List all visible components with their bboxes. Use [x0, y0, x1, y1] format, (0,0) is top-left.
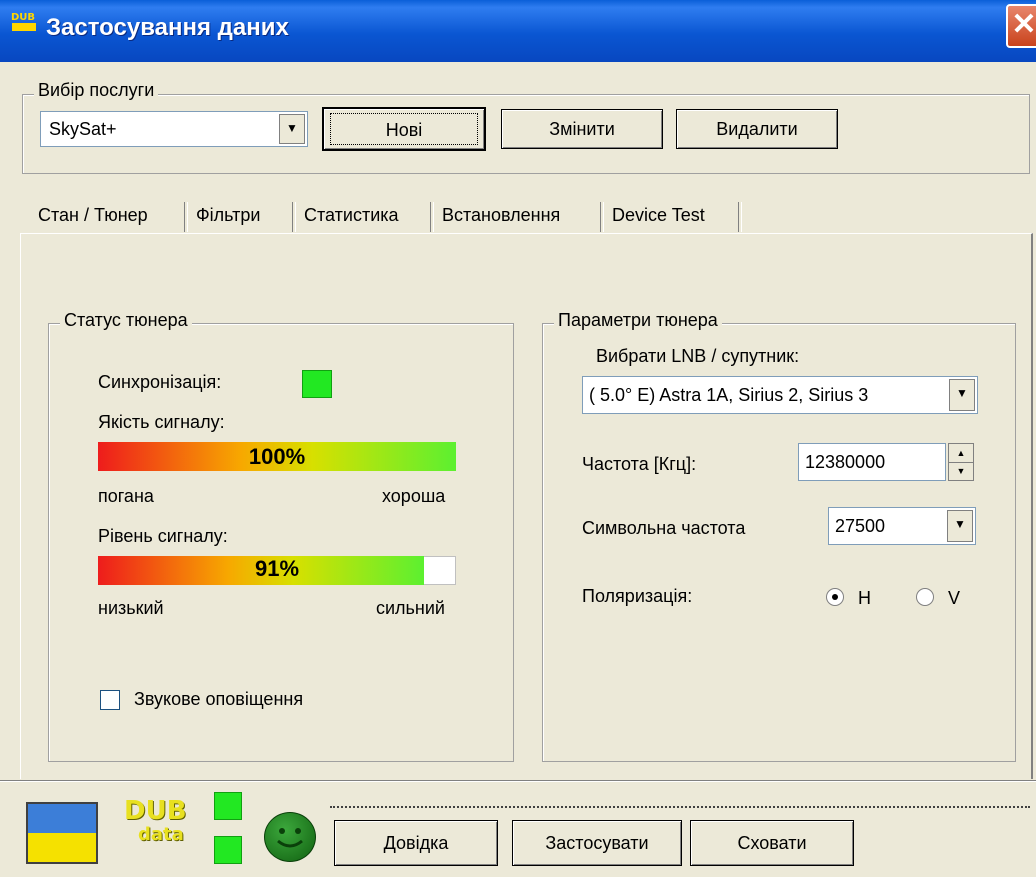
quality-high-label: хороша	[382, 486, 446, 506]
service-select[interactable]: SkySat+ ▼	[40, 111, 308, 147]
data-application-window: DUB Застосування даних ✕ Вибір послуги S…	[0, 0, 1036, 877]
service-select-value: SkySat+	[49, 119, 117, 139]
app-logo-icon: DUB	[10, 10, 40, 34]
logo-text-bottom: data	[138, 824, 184, 845]
lnb-select[interactable]: ( 5.0° E) Astra 1A, Sirius 2, Sirius 3 ▼	[582, 376, 978, 414]
frequency-label: Частота [Кгц]:	[582, 454, 697, 474]
chevron-down-icon[interactable]: ▼	[947, 510, 973, 542]
sound-alert-label: Звукове оповіщення	[134, 689, 304, 709]
lnb-label: Вибрати LNB / супутник:	[596, 346, 800, 366]
frequency-spinner[interactable]: ▲ ▼	[948, 443, 974, 481]
quality-label: Якість сигналу:	[98, 412, 225, 432]
tuner-status-legend: Статус тюнера	[60, 310, 192, 331]
tab-separator	[738, 202, 742, 232]
lnb-select-value: ( 5.0° E) Astra 1A, Sirius 2, Sirius 3	[589, 385, 869, 405]
level-low-label: низький	[98, 598, 164, 618]
hide-button[interactable]: Сховати	[690, 820, 854, 866]
window-title: Застосування даних	[46, 14, 289, 41]
sync-label: Синхронізація:	[98, 372, 222, 392]
edit-button[interactable]: Змінити	[501, 109, 663, 149]
footer-dotted-line	[330, 806, 1030, 808]
tab-separator	[184, 202, 188, 232]
tab-device-test[interactable]: Device Test	[608, 196, 709, 234]
tab-installation[interactable]: Встановлення	[438, 196, 564, 234]
quality-value: 100%	[248, 444, 306, 469]
symbol-rate-select[interactable]: 27500 ▼	[828, 507, 976, 545]
tab-filters[interactable]: Фільтри	[192, 196, 264, 234]
frequency-value: 12380000	[805, 452, 886, 472]
title-bar[interactable]: DUB Застосування даних ✕	[0, 0, 1036, 62]
sync-indicator	[302, 370, 332, 398]
polarization-h-radio[interactable]	[826, 588, 844, 606]
frequency-input[interactable]: 12380000	[798, 443, 946, 481]
close-button[interactable]: ✕	[1006, 4, 1036, 48]
tab-separator	[292, 202, 296, 232]
chevron-down-icon[interactable]: ▼	[949, 379, 975, 411]
apply-button[interactable]: Застосувати	[512, 820, 682, 866]
dub-data-logo: DUB data	[120, 796, 200, 856]
tab-status-tuner[interactable]: Стан / Тюнер	[34, 196, 152, 234]
spin-down-icon[interactable]: ▼	[949, 462, 973, 480]
polarization-v-radio[interactable]	[916, 588, 934, 606]
service-legend: Вибір послуги	[34, 80, 159, 101]
chevron-down-icon[interactable]: ▼	[279, 114, 305, 144]
new-button-label: Нові	[330, 113, 478, 145]
logo-text-top: DUB	[124, 796, 187, 826]
symbol-rate-label: Символьна частота	[582, 518, 746, 538]
ukraine-flag-icon[interactable]	[26, 802, 98, 864]
smiley-status-icon	[264, 812, 316, 862]
help-button[interactable]: Довідка	[334, 820, 498, 866]
tab-statistics[interactable]: Статистика	[300, 196, 403, 234]
status-led-top	[214, 792, 242, 820]
tab-separator	[600, 202, 604, 232]
delete-button[interactable]: Видалити	[676, 109, 838, 149]
level-label: Рівень сигналу:	[98, 526, 228, 546]
tuner-params-legend: Параметри тюнера	[554, 310, 722, 331]
level-value: 91%	[254, 556, 300, 581]
polarization-v-label: V	[948, 588, 961, 608]
polarization-label: Поляризація:	[582, 586, 693, 606]
level-high-label: сильний	[376, 598, 445, 618]
polarization-h-label: H	[858, 588, 871, 608]
status-led-bottom	[214, 836, 242, 864]
new-button[interactable]: Нові	[322, 107, 486, 151]
sound-alert-checkbox[interactable]	[100, 690, 120, 710]
symbol-rate-value: 27500	[835, 516, 886, 536]
spin-up-icon[interactable]: ▲	[949, 444, 973, 463]
tab-separator	[430, 202, 434, 232]
footer-divider	[0, 780, 1036, 782]
svg-text:DUB: DUB	[11, 12, 35, 23]
quality-low-label: погана	[98, 486, 154, 506]
